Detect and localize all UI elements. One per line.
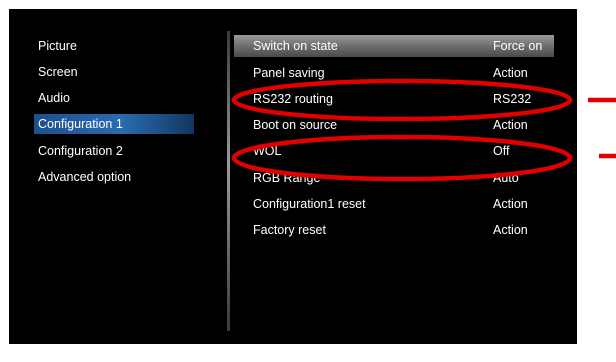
setting-value: RS232 xyxy=(493,92,532,106)
setting-label: Switch on state xyxy=(253,39,338,53)
setting-rs232-routing[interactable]: RS232 routing RS232 xyxy=(234,88,554,110)
setting-value: Action xyxy=(493,197,528,211)
setting-rgb-range[interactable]: RGB Range Auto xyxy=(234,167,554,189)
settings-list: Switch on state Force on Panel saving Ac… xyxy=(9,9,577,344)
setting-label: RGB Range xyxy=(253,171,321,185)
setting-boot-on-source[interactable]: Boot on source Action xyxy=(234,114,554,136)
setting-switch-on-state[interactable]: Switch on state Force on xyxy=(234,35,554,57)
setting-label: Factory reset xyxy=(253,223,326,237)
setting-value: Force on xyxy=(493,39,543,53)
setting-value: Action xyxy=(493,66,528,80)
setting-label: WOL xyxy=(253,144,282,158)
setting-value: Action xyxy=(493,118,528,132)
setting-wol[interactable]: WOL Off xyxy=(234,140,554,162)
setting-panel-saving[interactable]: Panel saving Action xyxy=(234,62,554,84)
setting-label: RS232 routing xyxy=(253,92,333,106)
osd-menu: Picture Screen Audio Configuration 1 Con… xyxy=(9,9,577,344)
setting-label: Boot on source xyxy=(253,118,338,132)
setting-configuration1-reset[interactable]: Configuration1 reset Action xyxy=(234,193,554,215)
setting-factory-reset[interactable]: Factory reset Action xyxy=(234,219,554,241)
setting-value: Auto xyxy=(493,171,519,185)
setting-value: Action xyxy=(493,223,528,237)
setting-label: Configuration1 reset xyxy=(253,197,366,211)
setting-value: Off xyxy=(493,144,510,158)
setting-label: Panel saving xyxy=(253,66,325,80)
